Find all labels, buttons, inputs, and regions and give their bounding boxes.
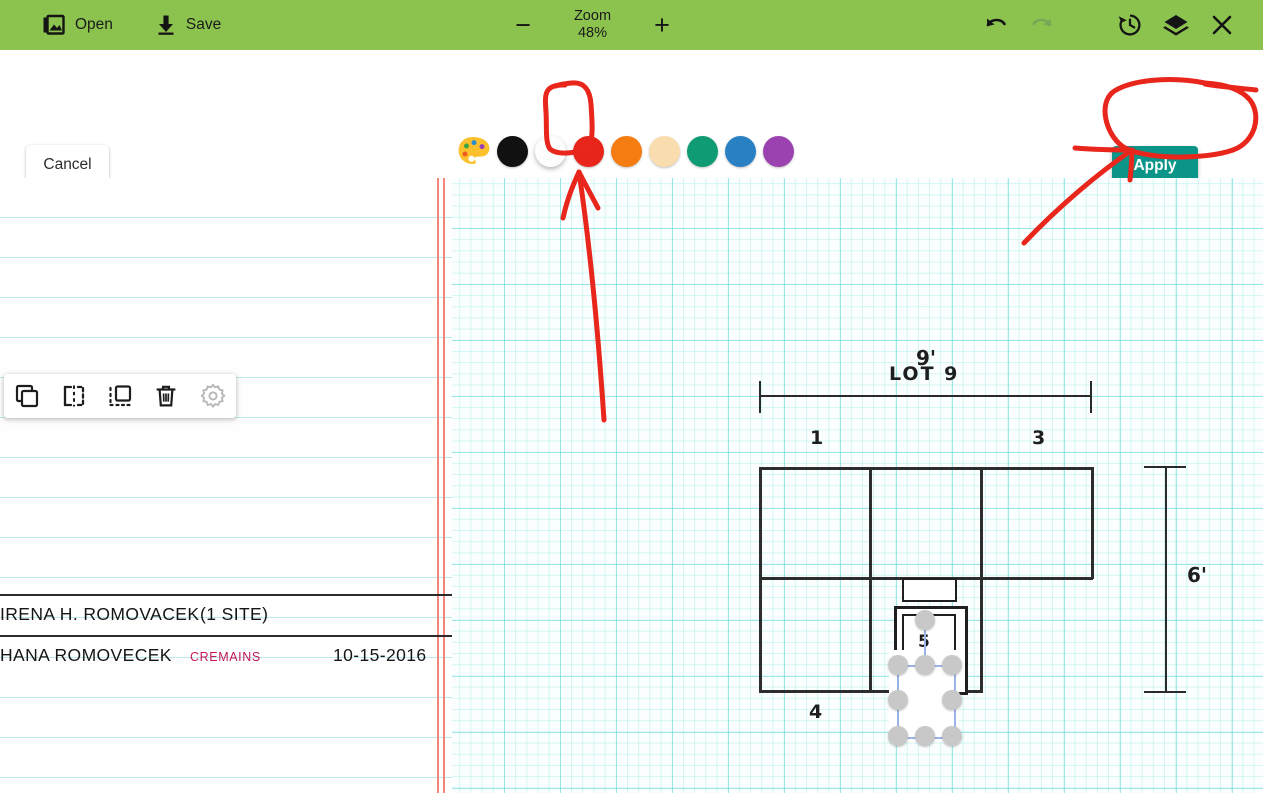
- image-editor-window: Open Save − Zoom 48% + Cancel Apply IREN…: [0, 0, 1263, 793]
- close-button[interactable]: [1199, 0, 1245, 50]
- flip-horizontal-button[interactable]: [55, 377, 93, 415]
- ledger-cremains-tag: CREMAINS: [190, 650, 261, 664]
- height-dimension-label: 6': [1187, 563, 1208, 587]
- resize-handle-middle-left[interactable]: [888, 690, 908, 710]
- editor-canvas[interactable]: IRENA H. ROMOVACEK (1 SITE) HANA ROMOVEC…: [0, 178, 1263, 793]
- swatch-blue[interactable]: [721, 135, 759, 167]
- swatch-orange[interactable]: [607, 135, 645, 167]
- history-clock-icon: [1118, 14, 1141, 36]
- swatch-black[interactable]: [493, 135, 531, 167]
- ledger-site-count: (1 SITE): [200, 604, 269, 624]
- zoom-title: Zoom: [573, 7, 612, 24]
- resize-handle-top-center[interactable]: [915, 655, 935, 675]
- zoom-readout: Zoom 48%: [574, 8, 611, 42]
- width-dimension-label: 9': [916, 346, 937, 370]
- height-dim-line: [1165, 467, 1167, 693]
- resize-handle-bottom-right[interactable]: [942, 726, 962, 746]
- settings-button[interactable]: [194, 377, 232, 415]
- duplicate-button[interactable]: [8, 377, 46, 415]
- shape-context-toolbar: [4, 374, 236, 418]
- crop-selection-button[interactable]: [101, 377, 139, 415]
- duplicate-icon: [16, 384, 39, 408]
- plot-number-3: 3: [1032, 427, 1046, 449]
- headstone-bar[interactable]: [902, 578, 957, 602]
- crop-selection-icon: [109, 385, 132, 407]
- swatch-teal[interactable]: [683, 135, 721, 167]
- undo-icon: [986, 18, 1006, 27]
- redo-button[interactable]: [1019, 0, 1065, 50]
- ledger-name-2: HANA ROMOVECEK: [0, 645, 172, 665]
- open-button[interactable]: Open: [32, 0, 123, 50]
- delete-trash-icon: [156, 385, 176, 407]
- palette-button[interactable]: [455, 135, 493, 167]
- ledger-name-1: IRENA H. ROMOVACEK: [0, 604, 200, 624]
- plot-edge-top: [759, 467, 1093, 470]
- plot-divider-vertical-right: [980, 467, 983, 693]
- resize-handle-middle-right[interactable]: [942, 690, 962, 710]
- zoom-percent: 48%: [577, 25, 607, 41]
- zoom-out-button[interactable]: −: [510, 11, 536, 39]
- zoom-in-button[interactable]: +: [649, 11, 675, 39]
- resize-handle-top-left[interactable]: [888, 655, 908, 675]
- save-download-icon: [155, 13, 177, 37]
- swatch-purple[interactable]: [759, 135, 797, 167]
- open-button-label: Open: [75, 16, 113, 33]
- plot-divider-vertical-left: [869, 467, 872, 693]
- resize-handle-top-right[interactable]: [942, 655, 962, 675]
- resize-handle-bottom-left[interactable]: [888, 726, 908, 746]
- save-button-label: Save: [185, 16, 222, 33]
- resize-handle-bottom-center[interactable]: [915, 726, 935, 746]
- open-image-icon: [42, 13, 66, 37]
- toolbar-right-icon-group: [973, 0, 1263, 50]
- ledger-rule-upper: [0, 594, 505, 596]
- layers-button[interactable]: [1153, 0, 1199, 50]
- color-option-bar: Cancel Apply Color: [0, 50, 1263, 202]
- redo-icon: [1032, 18, 1052, 27]
- layers-icon: [1163, 15, 1189, 36]
- close-icon: [1212, 15, 1232, 35]
- margin-rule-left: [437, 178, 439, 793]
- history-button[interactable]: [1107, 0, 1153, 50]
- flip-horizontal-icon: [63, 385, 84, 407]
- top-toolbar: Open Save − Zoom 48% +: [0, 0, 1263, 50]
- swatch-white[interactable]: [531, 135, 569, 167]
- plot-graph-page: LOT 9 9' 6' 1 3 4 5: [452, 178, 1263, 793]
- margin-rule-right: [443, 178, 445, 793]
- plot-number-1: 1: [810, 427, 824, 449]
- swatch-cream[interactable]: [645, 135, 683, 167]
- swatch-red[interactable]: [569, 135, 607, 167]
- settings-gear-icon: [200, 383, 225, 408]
- delete-button[interactable]: [147, 377, 185, 415]
- color-swatch-row: [455, 135, 797, 167]
- rotate-handle[interactable]: [915, 610, 935, 630]
- ledger-date: 10-15-2016: [333, 645, 427, 665]
- width-dim-tick-left: [759, 381, 761, 413]
- undo-button[interactable]: [973, 0, 1019, 50]
- save-button[interactable]: Save: [145, 0, 231, 50]
- plot-number-4: 4: [809, 701, 823, 723]
- ledger-rule-lower: [0, 635, 505, 637]
- palette-icon: [458, 137, 490, 164]
- document-ledger-page: IRENA H. ROMOVACEK (1 SITE) HANA ROMOVEC…: [0, 178, 505, 793]
- zoom-control-group: − Zoom 48% +: [510, 0, 675, 50]
- plot-edge-right-upper: [1091, 467, 1094, 579]
- plot-edge-left: [759, 467, 762, 693]
- width-dim-tick-right: [1090, 381, 1092, 413]
- width-dim-line: [760, 395, 1092, 397]
